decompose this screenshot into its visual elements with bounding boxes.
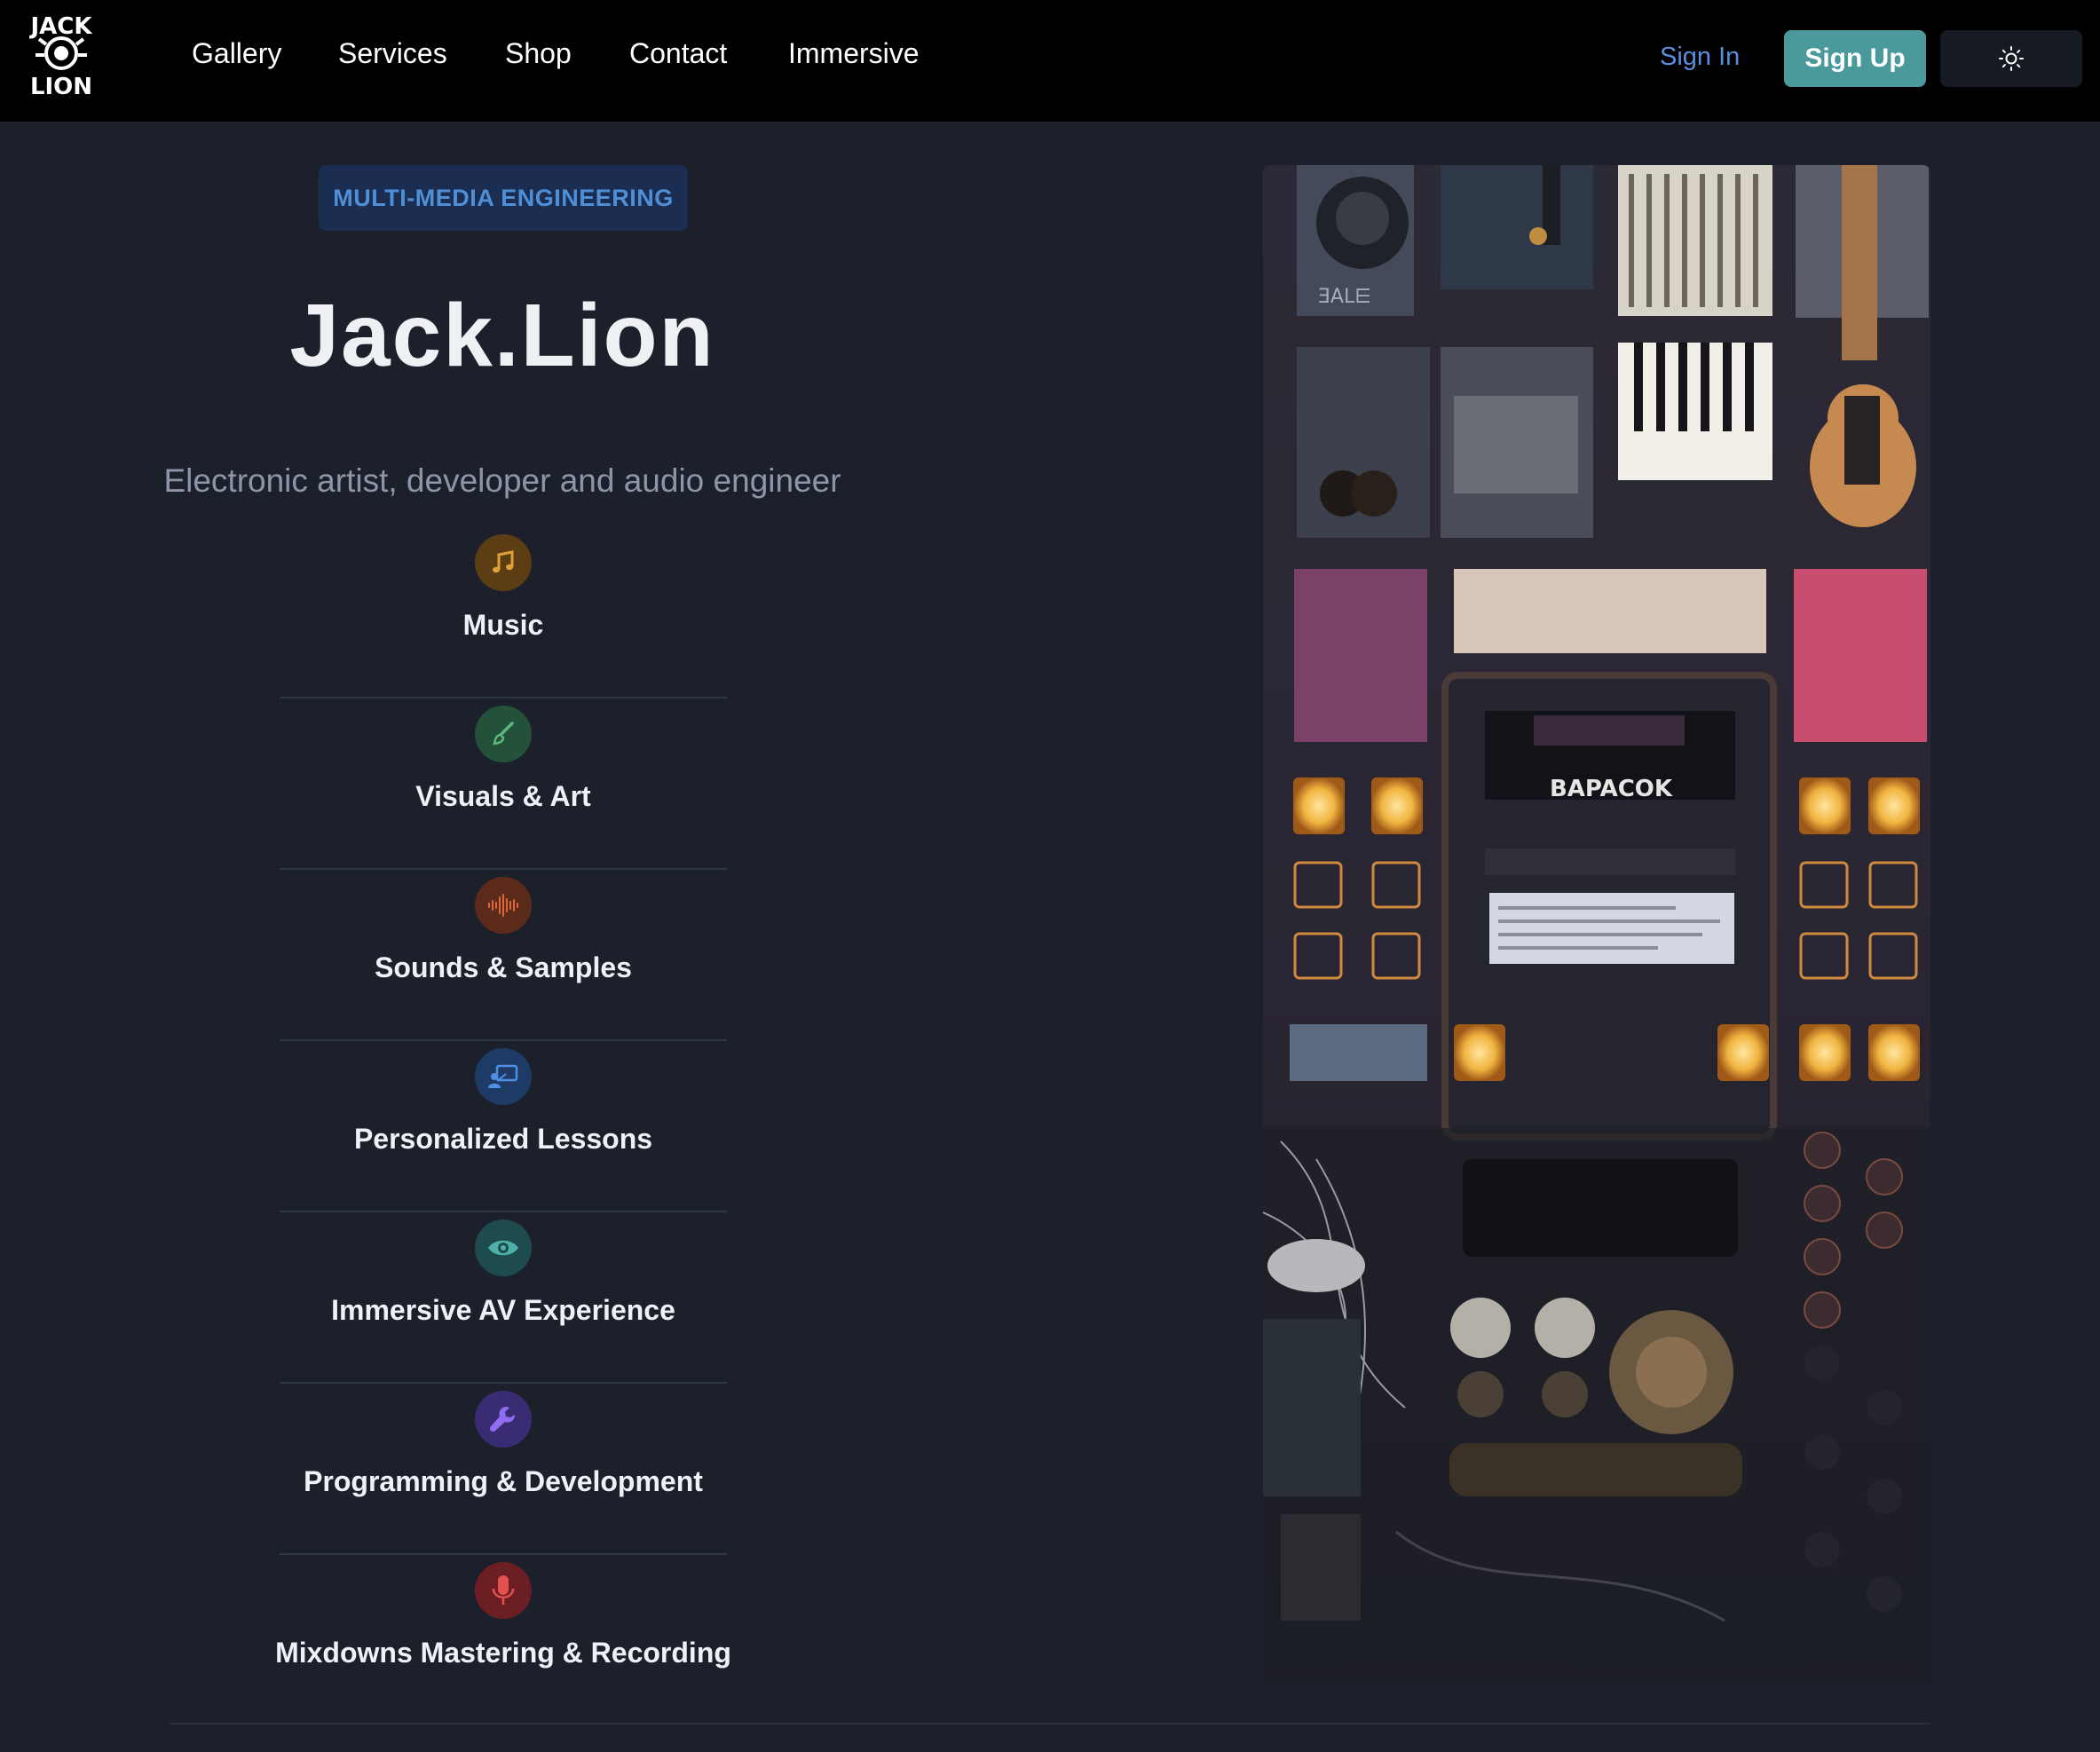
- services-list: Music Visuals & Art Sounds & Samples Per…: [275, 527, 731, 1726]
- theme-toggle-button[interactable]: [1940, 30, 2082, 87]
- top-navbar: JACK LION Gallery Services Shop Contact …: [0, 0, 2100, 122]
- eye-icon: [475, 1219, 532, 1276]
- service-item-immersive-av[interactable]: Immersive AV Experience: [280, 1212, 727, 1384]
- service-label: Immersive AV Experience: [331, 1294, 675, 1326]
- microphone-icon: [475, 1562, 532, 1619]
- knob-label: ƎAL⋿: [1318, 286, 1371, 308]
- nav-services[interactable]: Services: [338, 39, 447, 67]
- soundwave-icon: [475, 877, 532, 934]
- logo-text-top: JACK: [28, 13, 92, 40]
- jack-lion-logo[interactable]: JACK LION: [28, 9, 94, 98]
- service-label: Visuals & Art: [415, 780, 591, 812]
- service-item-visuals-art[interactable]: Visuals & Art: [280, 698, 727, 870]
- service-label: Mixdowns Mastering & Recording: [275, 1637, 731, 1669]
- page-subtitle: Electronic artist, developer and audio e…: [163, 462, 841, 499]
- music-note-icon: [475, 534, 532, 591]
- service-item-music[interactable]: Music: [280, 527, 727, 698]
- service-item-programming[interactable]: Programming & Development: [280, 1384, 727, 1555]
- device-label: BAPACOK: [1550, 776, 1673, 802]
- sign-up-button[interactable]: Sign Up: [1784, 30, 1926, 87]
- service-label: Programming & Development: [304, 1465, 703, 1497]
- page-title: Jack.Lion: [289, 286, 715, 385]
- logo-text-bottom: LION: [30, 74, 92, 98]
- wrench-icon: [475, 1391, 532, 1448]
- paintbrush-icon: [475, 706, 532, 762]
- sun-icon: [1999, 46, 2024, 71]
- category-badge: MULTI-MEDIA ENGINEERING: [319, 165, 688, 231]
- service-label: Music: [462, 609, 544, 641]
- service-label: Personalized Lessons: [353, 1123, 653, 1155]
- nav-shop[interactable]: Shop: [505, 39, 572, 67]
- service-label: Sounds & Samples: [375, 951, 632, 983]
- service-item-mixdowns-mastering-recording[interactable]: Mixdowns Mastering & Recording: [275, 1555, 731, 1726]
- nav-contact[interactable]: Contact: [629, 39, 727, 67]
- teacher-board-icon: [475, 1048, 532, 1105]
- nav-immersive[interactable]: Immersive: [788, 39, 920, 67]
- section-divider: [170, 1723, 1930, 1724]
- studio-equipment-image: ƎAL⋿ BAPACOK: [1263, 165, 1930, 1681]
- nav-gallery[interactable]: Gallery: [192, 39, 281, 67]
- service-item-sounds-samples[interactable]: Sounds & Samples: [280, 870, 727, 1041]
- sign-in-link[interactable]: Sign In: [1660, 44, 1740, 70]
- service-item-personalized-lessons[interactable]: Personalized Lessons: [280, 1041, 727, 1212]
